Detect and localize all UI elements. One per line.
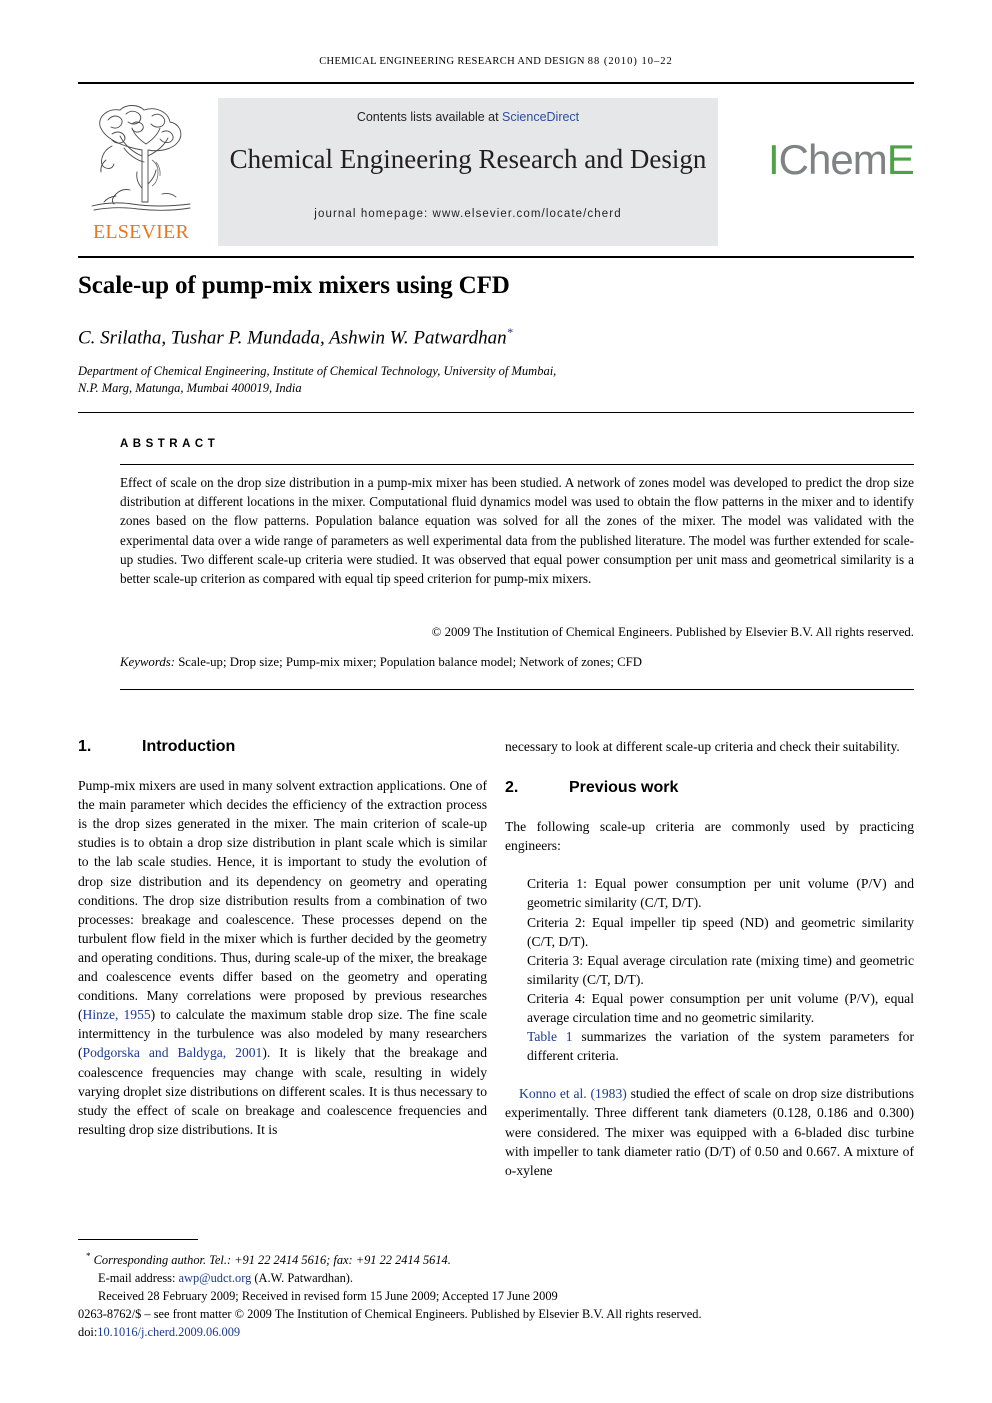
section-title-previous-work: Previous work bbox=[569, 779, 679, 797]
running-head-volume: 88 (2010) 10–22 bbox=[587, 56, 673, 67]
table-reference-sentence: Table 1 summarizes the variation of the … bbox=[527, 1027, 914, 1065]
intro-text-a: Pump-mix mixers are used in many solvent… bbox=[78, 778, 487, 1023]
icheme-logo-e: E bbox=[886, 136, 915, 183]
keywords: Keywords: Scale-up; Drop size; Pump-mix … bbox=[120, 655, 914, 670]
footnote-dates: Received 28 February 2009; Received in r… bbox=[98, 1289, 558, 1304]
section-number-1: 1. bbox=[78, 738, 92, 755]
header-rule bbox=[78, 82, 914, 84]
footnote-issn-copyright: 0263-8762/$ – see front matter © 2009 Th… bbox=[78, 1307, 702, 1322]
email-link[interactable]: awp@udct.org bbox=[179, 1271, 252, 1285]
section-number-2: 2. bbox=[505, 779, 519, 797]
footnote-email-label: E-mail address: bbox=[98, 1271, 179, 1286]
masthead-rule bbox=[78, 256, 914, 258]
journal-title: Chemical Engineering Research and Design bbox=[229, 144, 707, 174]
abstract-bottom-rule bbox=[120, 689, 914, 690]
contents-list-line: Contents lists available at ScienceDirec… bbox=[218, 110, 718, 124]
elsevier-logo: ELSEVIER bbox=[78, 98, 204, 246]
corresponding-author-marker: * bbox=[506, 325, 513, 339]
citation-konno-1983[interactable]: Konno et al. (1983) bbox=[519, 1086, 627, 1101]
konno-paragraph: Konno et al. (1983) studied the effect o… bbox=[505, 1084, 914, 1179]
doi-label: doi: bbox=[78, 1325, 98, 1340]
running-head: CHEMICAL ENGINEERING RESEARCH AND DESIGN… bbox=[78, 56, 914, 67]
previous-work-intro-paragraph: The following scale-up criteria are comm… bbox=[505, 819, 914, 854]
elsevier-tree-icon bbox=[82, 98, 200, 216]
elsevier-wordmark: ELSEVIER bbox=[92, 221, 190, 243]
criteria-item-4: Criteria 4: Equal power consumption per … bbox=[527, 990, 914, 1026]
intro-paragraph-continued: necessary to look at different scale-up … bbox=[505, 739, 900, 754]
abstract-mid-rule bbox=[120, 464, 914, 465]
affiliation: Department of Chemical Engineering, Inst… bbox=[78, 363, 798, 397]
icheme-logo: IChemE bbox=[768, 134, 915, 196]
affiliation-line-2: N.P. Marg, Matunga, Mumbai 400019, India bbox=[78, 381, 302, 395]
journal-homepage-line[interactable]: journal homepage: www.elsevier.com/locat… bbox=[218, 208, 718, 220]
keywords-label: Keywords: bbox=[120, 655, 175, 669]
citation-podgorska-baldyga-2001[interactable]: Podgorska and Baldyga, 2001 bbox=[83, 1045, 263, 1060]
journal-masthead: ELSEVIER Contents lists available at Sci… bbox=[78, 96, 915, 248]
footnote-star-marker: * bbox=[86, 1251, 91, 1261]
abstract-top-rule bbox=[78, 412, 914, 413]
keywords-value: Scale-up; Drop size; Pump-mix mixer; Pop… bbox=[178, 655, 642, 669]
footnote-corresponding-text: Corresponding author. Tel.: +91 22 2414 … bbox=[93, 1253, 451, 1268]
sciencedirect-link[interactable]: ScienceDirect bbox=[502, 110, 579, 124]
section-heading-introduction: 1. Introduction bbox=[78, 737, 487, 756]
abstract-body: Effect of scale on the drop size distrib… bbox=[120, 475, 914, 587]
icheme-logo-i: I bbox=[768, 136, 780, 183]
abstract-copyright: © 2009 The Institution of Chemical Engin… bbox=[431, 625, 914, 639]
author-list: C. Srilatha, Tushar P. Mundada, Ashwin W… bbox=[78, 325, 914, 349]
author-names: C. Srilatha, Tushar P. Mundada, Ashwin W… bbox=[78, 327, 507, 349]
abstract-label: ABSTRACT bbox=[120, 438, 220, 450]
footnote-corresponding-author: * Corresponding author. Tel.: +91 22 241… bbox=[78, 1247, 914, 1269]
body-column-left: 1. Introduction Pump-mix mixers are used… bbox=[78, 737, 487, 1139]
journal-article-page: CHEMICAL ENGINEERING RESEARCH AND DESIGN… bbox=[0, 0, 992, 1403]
icheme-logo-chem: Chem bbox=[778, 136, 888, 183]
footnote-rule bbox=[78, 1239, 198, 1240]
table-reference-suffix: summarizes the variation of the system p… bbox=[527, 1029, 914, 1064]
criteria-item-3: Criteria 3: Equal average circulation ra… bbox=[527, 952, 914, 987]
criteria-item-1: Criteria 1: Equal power consumption per … bbox=[527, 876, 914, 911]
section-title-introduction: Introduction bbox=[142, 738, 236, 755]
criteria-item-2: Criteria 2: Equal impeller tip speed (ND… bbox=[527, 914, 914, 949]
citation-hinze-1955[interactable]: Hinze, 1955 bbox=[83, 1007, 151, 1022]
affiliation-line-1: Department of Chemical Engineering, Inst… bbox=[78, 364, 557, 378]
intro-paragraph: Pump-mix mixers are used in many solvent… bbox=[78, 776, 487, 1139]
footnote-email-line: E-mail address: awp@udct.org (A.W. Patwa… bbox=[78, 1269, 914, 1287]
footnote-doi: doi:10.1016/j.cherd.2009.06.009 bbox=[78, 1323, 914, 1341]
section-heading-previous-work: 2. Previous work bbox=[505, 778, 914, 797]
doi-link[interactable]: 10.1016/j.cherd.2009.06.009 bbox=[97, 1325, 240, 1339]
article-title: Scale-up of pump-mix mixers using CFD bbox=[78, 272, 510, 299]
body-column-right: necessary to look at different scale-up … bbox=[505, 737, 914, 1180]
scale-up-criteria-list: Criteria 1: Equal power consumption per … bbox=[505, 874, 914, 1065]
footnote-email-suffix: (A.W. Patwardhan). bbox=[251, 1271, 354, 1286]
contents-prefix: Contents lists available at bbox=[356, 110, 503, 124]
table-1-link[interactable]: Table 1 bbox=[527, 1029, 573, 1044]
running-head-journal: CHEMICAL ENGINEERING RESEARCH AND DESIGN bbox=[319, 56, 585, 67]
footnote-block: * Corresponding author. Tel.: +91 22 241… bbox=[78, 1247, 914, 1341]
